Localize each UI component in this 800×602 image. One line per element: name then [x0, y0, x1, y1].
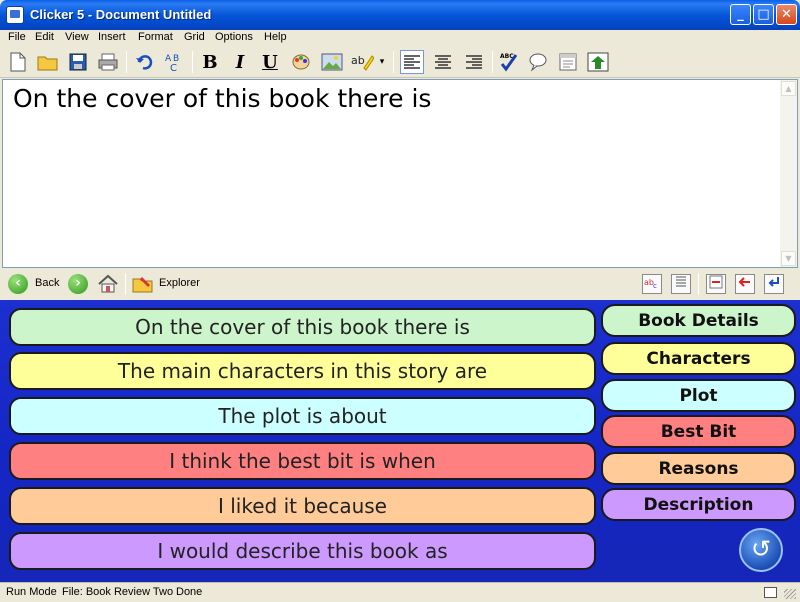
underline-button[interactable]: U — [258, 50, 282, 74]
save-icon[interactable] — [66, 50, 90, 74]
forward-arrow-icon[interactable]: › — [68, 274, 88, 294]
menu-options[interactable]: Options — [215, 31, 253, 43]
return-icon[interactable] — [764, 274, 784, 294]
tab-book-details[interactable]: Book Details — [601, 304, 796, 337]
window-title: Clicker 5 - Document Untitled — [30, 7, 212, 22]
nav-separator — [698, 273, 699, 295]
speech-bubble-icon[interactable] — [526, 50, 550, 74]
close-button[interactable]: ✕ — [776, 4, 797, 25]
sentence-cell-best-bit[interactable]: I think the best bit is when — [9, 442, 596, 480]
explorer-label[interactable]: Explorer — [159, 277, 200, 289]
highlight-icon[interactable]: ab — [350, 50, 374, 74]
refresh-icon[interactable]: ↺ — [739, 528, 783, 572]
scroll-up-icon[interactable]: ▲ — [781, 81, 796, 96]
menu-bar: File Edit View Insert Format Grid Option… — [0, 30, 800, 46]
menu-help[interactable]: Help — [264, 31, 287, 43]
notes-icon[interactable] — [556, 50, 580, 74]
status-state: Done — [176, 586, 203, 598]
tab-plot[interactable]: Plot — [601, 379, 796, 412]
vertical-scrollbar[interactable]: ▲ ▼ — [780, 80, 797, 267]
tab-best-bit[interactable]: Best Bit — [601, 415, 796, 448]
toolbar-separator — [492, 51, 493, 73]
explorer-icon[interactable] — [131, 272, 155, 296]
picture-icon[interactable] — [320, 50, 344, 74]
clicker-grid: On the cover of this book there is The m… — [0, 300, 800, 582]
align-left-icon[interactable] — [400, 50, 424, 74]
menu-file[interactable]: File — [8, 31, 26, 43]
sentence-cell-plot[interactable]: The plot is about — [9, 397, 596, 435]
undo-icon[interactable] — [132, 50, 156, 74]
backspace-icon[interactable] — [735, 274, 755, 294]
toolbar-separator — [126, 51, 127, 73]
minimize-button[interactable]: _ — [730, 4, 751, 25]
window-mode-icon[interactable] — [764, 587, 777, 598]
toolbar-separator — [192, 51, 193, 73]
svg-text:C: C — [170, 63, 177, 72]
tab-description[interactable]: Description — [601, 488, 796, 521]
sentence-cell-cover[interactable]: On the cover of this book there is — [9, 308, 596, 346]
toolbar-separator — [393, 51, 394, 73]
picture-frame-icon[interactable] — [586, 50, 610, 74]
highlight-dropdown-icon[interactable]: ▾ — [376, 50, 388, 74]
menu-format[interactable]: Format — [138, 31, 173, 43]
list-view-icon[interactable] — [671, 274, 691, 294]
back-arrow-icon[interactable]: ‹ — [8, 274, 28, 294]
title-bar: Clicker 5 - Document Untitled _ □ ✕ — [0, 0, 800, 30]
align-center-icon[interactable] — [431, 50, 455, 74]
print-icon[interactable] — [96, 50, 120, 74]
delete-word-icon[interactable] — [706, 274, 726, 294]
status-bar: Run Mode File: Book Review Two Done — [0, 582, 800, 602]
menu-edit[interactable]: Edit — [35, 31, 54, 43]
nav-separator — [125, 273, 126, 295]
new-document-icon[interactable] — [6, 50, 30, 74]
maximize-button[interactable]: □ — [753, 4, 774, 25]
palette-icon[interactable] — [289, 50, 313, 74]
resize-grip-icon[interactable] — [784, 589, 796, 599]
spellcheck-icon[interactable]: ABC — [497, 50, 521, 74]
menu-view[interactable]: View — [65, 31, 89, 43]
toolbar: ABC B I U ab ▾ ABC — [0, 46, 800, 78]
sentence-cell-description[interactable]: I would describe this book as — [9, 532, 596, 570]
back-label[interactable]: Back — [35, 277, 59, 289]
italic-button[interactable]: I — [228, 50, 252, 74]
menu-insert[interactable]: Insert — [98, 31, 126, 43]
abc-keyboard-icon[interactable]: ab c — [642, 274, 662, 294]
spelling-icon[interactable]: ABC — [163, 50, 187, 74]
tab-reasons[interactable]: Reasons — [601, 452, 796, 485]
svg-text:ab: ab — [351, 54, 365, 67]
status-mode: Run Mode — [6, 586, 57, 598]
navigation-bar: ‹ Back › Explorer ab c — [0, 268, 800, 299]
status-file: File: Book Review Two — [62, 586, 174, 598]
svg-text:c: c — [653, 282, 657, 289]
document-text[interactable]: On the cover of this book there is — [13, 84, 431, 113]
home-icon[interactable] — [96, 272, 120, 296]
open-folder-icon[interactable] — [36, 50, 60, 74]
tab-characters[interactable]: Characters — [601, 342, 796, 375]
app-icon — [6, 6, 24, 24]
bold-button[interactable]: B — [198, 50, 222, 74]
menu-grid[interactable]: Grid — [184, 31, 205, 43]
document-area[interactable]: On the cover of this book there is ▲ ▼ — [2, 79, 798, 268]
sentence-cell-reasons[interactable]: I liked it because — [9, 487, 596, 525]
align-right-icon[interactable] — [462, 50, 486, 74]
scroll-down-icon[interactable]: ▼ — [781, 251, 796, 266]
sentence-cell-characters[interactable]: The main characters in this story are — [9, 352, 596, 390]
